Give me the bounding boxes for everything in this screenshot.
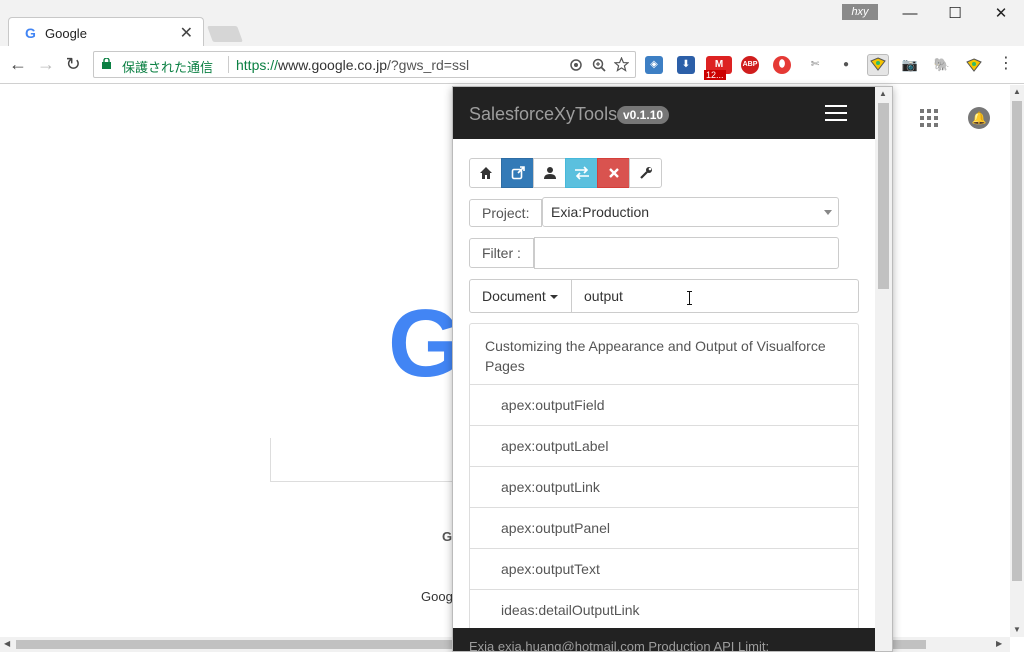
- result-item[interactable]: ideas:detailOutputLink: [469, 589, 859, 631]
- search-results-list: Customizing the Appearance and Output of…: [469, 323, 859, 631]
- tab-title: Google: [45, 26, 87, 41]
- close-icon: [608, 168, 619, 178]
- popup-status-footer: Exia exia.huang@hotmail.com Production A…: [453, 628, 875, 651]
- user-button[interactable]: [533, 158, 566, 188]
- result-item-heading[interactable]: Customizing the Appearance and Output of…: [469, 323, 859, 385]
- new-tab-button[interactable]: [207, 26, 243, 42]
- project-select-value: Exia:Production: [551, 204, 650, 220]
- project-label: Project:: [469, 199, 543, 227]
- scroll-up-icon[interactable]: ▲: [1010, 87, 1024, 96]
- adblock-plus-icon[interactable]: ABP: [741, 56, 759, 74]
- gundam-icon: [870, 57, 886, 71]
- profile-badge[interactable]: hxy: [842, 4, 878, 20]
- ublock-icon[interactable]: ⬮: [773, 56, 791, 74]
- window-close-button[interactable]: ✕: [989, 4, 1013, 24]
- result-item[interactable]: apex:outputLabel: [469, 425, 859, 467]
- star-icon[interactable]: [614, 57, 629, 72]
- salesforcexytools-popup: SalesforceXyTools v0.1.10 ▲ Project: Exi…: [452, 86, 893, 652]
- popup-brand[interactable]: SalesforceXyTools: [469, 104, 617, 125]
- popup-navbar: SalesforceXyTools v0.1.10: [453, 87, 875, 139]
- open-link-button[interactable]: [501, 158, 534, 188]
- switch-icon: [574, 166, 589, 180]
- reload-button[interactable]: ↻: [63, 54, 83, 74]
- back-button[interactable]: ←: [8, 54, 28, 74]
- external-link-icon: [511, 166, 525, 180]
- result-item[interactable]: apex:outputPanel: [469, 507, 859, 549]
- document-type-label: Document: [482, 288, 546, 304]
- switch-button[interactable]: [565, 158, 598, 188]
- chrome-menu-button[interactable]: ⋮: [996, 54, 1016, 74]
- gundam-extension-icon[interactable]: [965, 56, 983, 74]
- url-host: www.google.co.jp: [278, 57, 387, 73]
- tab-strip: G Google ✕ hxy — ☐ ✕: [0, 0, 1024, 47]
- home-icon: [479, 167, 492, 179]
- browser-tab[interactable]: G Google ✕: [8, 17, 204, 47]
- document-search-input[interactable]: output: [571, 279, 859, 313]
- result-item[interactable]: apex:outputText: [469, 548, 859, 590]
- url-path: /?gws_rd=ssl: [386, 57, 470, 73]
- lock-icon: [102, 58, 111, 69]
- version-badge: v0.1.10: [617, 106, 670, 124]
- scroll-left-icon[interactable]: ◀: [4, 639, 10, 648]
- download-extension-icon[interactable]: ⬇: [677, 56, 695, 74]
- google-apps-icon[interactable]: [920, 109, 940, 129]
- url-text[interactable]: https://www.google.co.jp/?gws_rd=ssl: [236, 57, 469, 73]
- popup-scroll-up-icon[interactable]: ▲: [879, 89, 887, 98]
- popup-scrollbar[interactable]: ▲: [875, 87, 892, 651]
- extension-cube-icon[interactable]: ◈: [645, 56, 663, 74]
- camera-extension-icon[interactable]: 📷: [901, 56, 919, 74]
- zoom-icon[interactable]: [592, 58, 606, 72]
- scroll-right-icon[interactable]: ▶: [996, 639, 1002, 648]
- address-bar[interactable]: 保護された通信 https://www.google.co.jp/?gws_rd…: [93, 51, 636, 78]
- filter-input[interactable]: [534, 237, 839, 269]
- chevron-down-icon: [824, 210, 832, 215]
- clipper-extension-icon[interactable]: ✄: [806, 56, 824, 74]
- caret-down-icon: [549, 295, 558, 300]
- text-cursor-icon: [687, 291, 692, 305]
- popup-scroll-thumb[interactable]: [878, 103, 889, 289]
- filter-label: Filter :: [469, 238, 534, 268]
- document-type-dropdown[interactable]: Document: [469, 279, 572, 313]
- security-label: 保護された通信: [122, 60, 214, 75]
- gmail-count-badge: 12...: [704, 70, 726, 80]
- page-vertical-scroll-thumb[interactable]: [1012, 101, 1022, 581]
- browser-toolbar: ← → ↻ 保護された通信 https://www.google.co.jp/?…: [0, 46, 1024, 84]
- google-footer-text: Goog: [421, 589, 453, 604]
- page-vertical-scrollbar[interactable]: ▲ ▼: [1010, 85, 1024, 637]
- close-button[interactable]: [597, 158, 630, 188]
- evernote-icon[interactable]: 🐘: [933, 56, 951, 74]
- result-item[interactable]: apex:outputField: [469, 384, 859, 426]
- google-search-button-text[interactable]: G: [442, 529, 452, 544]
- maximize-button[interactable]: ☐: [943, 4, 967, 24]
- project-select[interactable]: Exia:Production: [542, 197, 839, 227]
- hamburger-menu-icon[interactable]: [825, 105, 847, 121]
- settings-button[interactable]: [629, 158, 662, 188]
- result-item[interactable]: apex:outputLink: [469, 466, 859, 508]
- minimize-button[interactable]: —: [898, 4, 922, 24]
- forward-button[interactable]: →: [36, 54, 56, 74]
- tab-close-icon[interactable]: ✕: [180, 23, 193, 43]
- salesforcexytools-extension-icon[interactable]: [867, 54, 889, 76]
- user-icon: [543, 167, 556, 179]
- notification-bell-icon[interactable]: 🔔: [968, 107, 990, 129]
- url-scheme: https://: [236, 57, 279, 73]
- gundam-icon-2: [966, 58, 982, 72]
- scroll-down-icon[interactable]: ▼: [1010, 625, 1024, 634]
- popup-action-buttons: [469, 158, 662, 189]
- chat-extension-icon[interactable]: ●: [837, 56, 855, 74]
- google-favicon-icon: G: [25, 25, 36, 41]
- google-search-box[interactable]: [270, 438, 470, 482]
- omnibox-divider: [228, 56, 229, 73]
- wrench-icon: [639, 167, 652, 179]
- home-button[interactable]: [469, 158, 502, 188]
- location-icon[interactable]: [569, 58, 583, 72]
